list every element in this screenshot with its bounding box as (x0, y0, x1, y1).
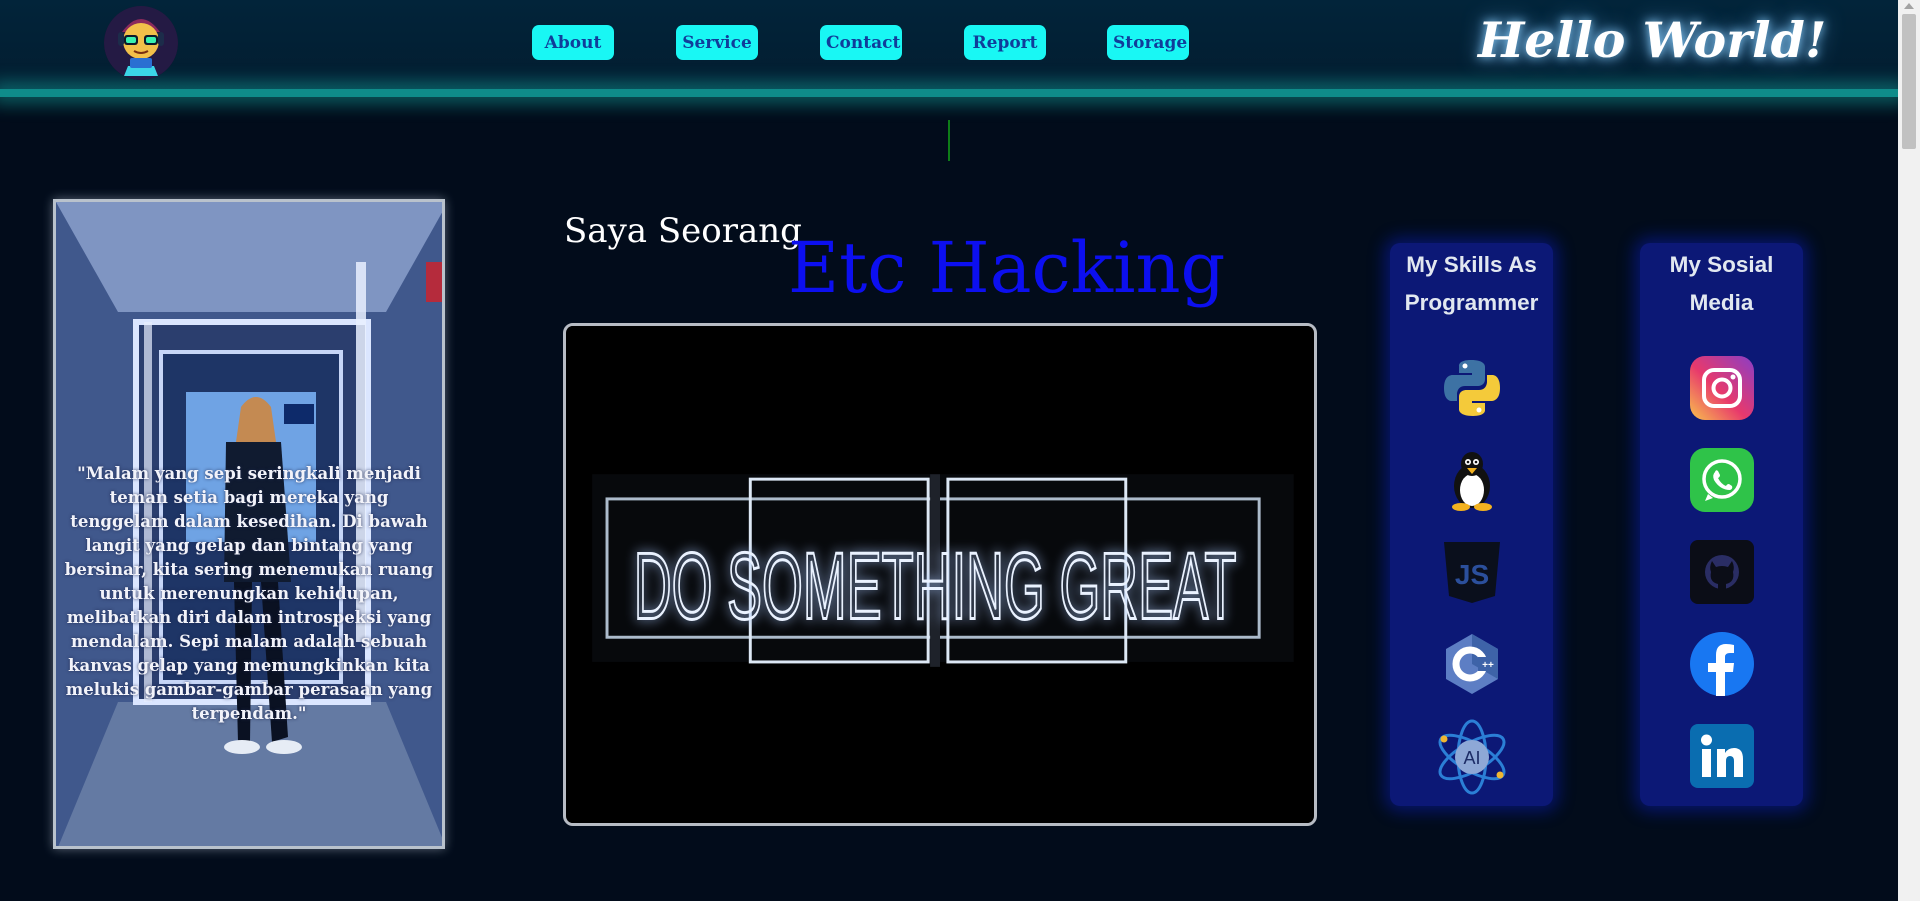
social-panel: My Sosial Media (1640, 243, 1803, 806)
whatsapp-icon[interactable] (1690, 448, 1754, 512)
neon-sign-text: DO SOMETHING GREAT (634, 533, 1237, 639)
hello-world-heading: Hello World! (1478, 11, 1827, 69)
logo-avatar[interactable] (104, 6, 178, 80)
role-heading: Etc Hacking (788, 227, 1226, 309)
nav-contact-button[interactable]: Contact (820, 25, 902, 60)
svg-text:JS: JS (1455, 559, 1489, 590)
linux-icon[interactable] (1440, 448, 1504, 512)
cpp-icon[interactable]: ++ (1440, 632, 1504, 696)
javascript-icon[interactable]: JS (1440, 540, 1504, 604)
nav-storage-button[interactable]: Storage (1107, 25, 1189, 60)
quote-text: "Malam yang sepi seringkali menjadi tema… (64, 464, 434, 723)
svg-text:AI: AI (1463, 748, 1480, 768)
social-panel-title: My Sosial Media (1669, 252, 1774, 315)
header-glow-divider (0, 89, 1898, 97)
instagram-icon[interactable] (1690, 356, 1754, 420)
skills-panel-title: My Skills As Programmer (1404, 252, 1539, 315)
github-icon[interactable] (1690, 540, 1754, 604)
svg-text:++: ++ (1482, 660, 1494, 671)
intro-text: Saya Seorang (564, 211, 802, 251)
nav-service-button[interactable]: Service (676, 25, 758, 60)
typing-cursor (948, 120, 950, 161)
ai-icon[interactable]: AI (1432, 717, 1512, 797)
nav-about-button[interactable]: About (532, 25, 614, 60)
linkedin-icon[interactable] (1690, 724, 1754, 788)
skills-panel: My Skills As Programmer JS ++ AI (1390, 243, 1553, 806)
neon-sign-illustration: DO SOMETHING GREAT (567, 326, 1313, 823)
python-icon[interactable] (1440, 356, 1504, 420)
nav-report-button[interactable]: Report (964, 25, 1046, 60)
scroll-thumb[interactable] (1902, 14, 1916, 149)
facebook-icon[interactable] (1690, 632, 1754, 696)
neon-sign-image: DO SOMETHING GREAT (563, 323, 1317, 826)
scroll-up-arrow-icon[interactable] (1904, 3, 1914, 9)
hacker-avatar-icon (104, 6, 178, 80)
vertical-scrollbar[interactable] (1898, 0, 1920, 901)
